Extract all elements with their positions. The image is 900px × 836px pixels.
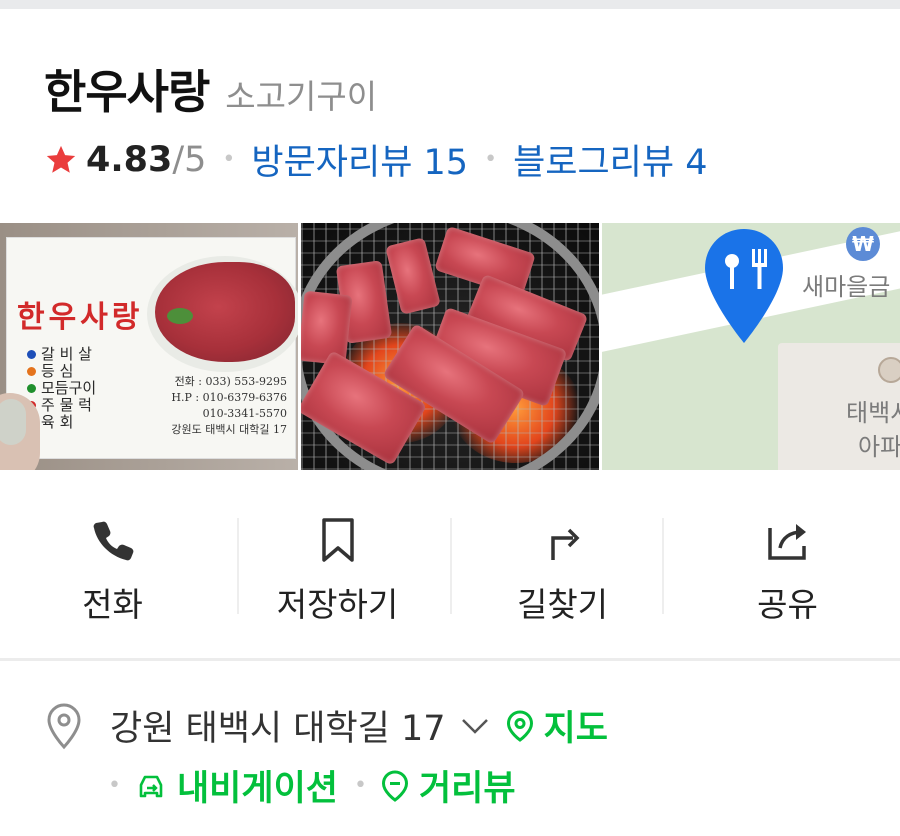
bank-won-icon: ₩: [846, 227, 880, 261]
map-link[interactable]: 지도: [506, 700, 608, 751]
card-menu-item: 등 심: [27, 363, 96, 380]
separator-dot: •: [222, 147, 236, 172]
beef-slice: [301, 290, 353, 366]
visitor-reviews-link[interactable]: 방문자리뷰 15: [251, 134, 468, 185]
separator-dot: •: [484, 147, 498, 172]
bookmark-icon: [321, 518, 354, 562]
top-strip: [0, 0, 900, 9]
share-label: 공유: [757, 585, 818, 624]
rating-row: 4.83 /5 • 방문자리뷰 15 • 블로그리뷰 4: [44, 134, 707, 185]
map-pin-icon: [506, 709, 533, 742]
photo-beef-grill[interactable]: [301, 223, 599, 470]
rating-max: /5: [172, 139, 207, 180]
fingernail-image: [0, 399, 26, 445]
business-card: 한우사랑 갈 비 살 등 심 모듬구이 주 물 럭 육 회 전화 : 033) …: [6, 237, 298, 459]
card-phone: 전화 : 033) 553-9295: [174, 375, 287, 388]
save-label: 저장하기: [276, 585, 399, 624]
card-address: 강원도 태백시 대학길 17: [171, 423, 287, 436]
phone-icon: [93, 521, 133, 561]
card-leaf-image: [167, 308, 193, 324]
navigation-link[interactable]: 내비게이션: [135, 760, 338, 811]
share-icon: [767, 524, 806, 560]
location-pin-icon: [47, 702, 81, 749]
card-title: 한우사랑: [17, 300, 144, 335]
address-text: 강원 태백시 대학길 17: [110, 709, 446, 749]
chevron-down-icon[interactable]: [460, 715, 490, 737]
map-apt-label-2: 아파: [858, 433, 900, 461]
action-bar: 전화 저장하기 길찾기 공유: [0, 500, 900, 630]
separator-dot: •: [108, 773, 121, 798]
card-menu-item: 갈 비 살: [27, 346, 96, 363]
title-row: 한우사랑 소고기구이: [44, 56, 377, 122]
streetview-link[interactable]: 거리뷰: [381, 760, 516, 811]
directions-button[interactable]: 길찾기: [450, 500, 675, 630]
streetview-label: 거리뷰: [418, 769, 516, 809]
map-apt-label-1: 태백시: [846, 399, 900, 427]
directions-icon: [550, 528, 579, 560]
card-menu-item: 모듬구이: [27, 380, 96, 397]
place-name: 한우사랑: [44, 65, 210, 119]
place-category: 소고기구이: [225, 77, 378, 116]
directions-label: 길찾기: [516, 585, 609, 624]
photo-map[interactable]: ₩ 새마을금 태백시 아파: [602, 223, 900, 470]
share-button[interactable]: 공유: [675, 500, 900, 630]
map-poi-label: 새마을금: [802, 273, 891, 301]
blog-reviews-link[interactable]: 블로그리뷰 4: [513, 134, 707, 185]
call-button[interactable]: 전화: [0, 500, 225, 630]
map-link-label: 지도: [543, 709, 608, 749]
photo-business-card[interactable]: 한우사랑 갈 비 살 등 심 모듬구이 주 물 럭 육 회 전화 : 033) …: [0, 223, 298, 470]
call-label: 전화: [82, 585, 143, 624]
card-hp2: 010-3341-5570: [202, 407, 287, 420]
navigation-label: 내비게이션: [176, 769, 338, 809]
car-icon: [139, 775, 163, 797]
card-contact: 전화 : 033) 553-9295 H.P : 010-6379-6376 0…: [147, 374, 287, 438]
navigation-row: • 내비게이션 • 거리뷰: [108, 760, 516, 811]
photo-strip: 한우사랑 갈 비 살 등 심 모듬구이 주 물 럭 육 회 전화 : 033) …: [0, 223, 900, 470]
section-divider: [0, 658, 900, 661]
streetview-icon: [381, 769, 408, 802]
card-hp: H.P : 010-6379-6376: [171, 391, 287, 404]
restaurant-pin-icon: [705, 229, 783, 343]
action-separator: [662, 518, 664, 614]
apartment-icon: [878, 357, 900, 383]
save-button[interactable]: 저장하기: [225, 500, 450, 630]
rating-value: 4.83: [86, 139, 173, 180]
separator-dot: •: [354, 773, 367, 798]
star-icon: [46, 145, 76, 173]
address-row: 강원 태백시 대학길 17 지도: [46, 700, 608, 751]
